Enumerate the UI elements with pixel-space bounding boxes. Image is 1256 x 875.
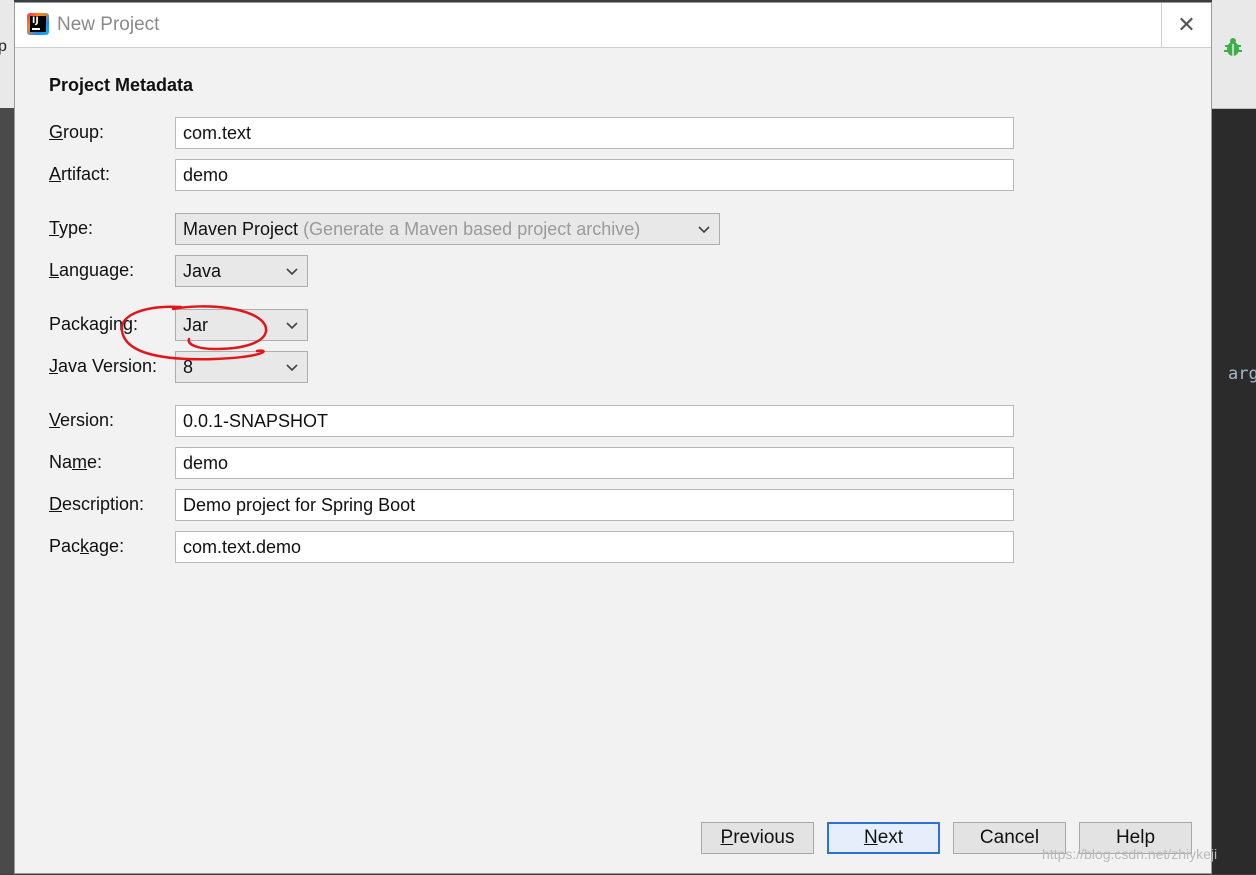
type-select[interactable]: Maven Project (Generate a Maven based pr…	[175, 213, 720, 245]
description-label: Description:	[49, 494, 145, 514]
ide-editor-background	[1212, 0, 1256, 874]
packaging-select[interactable]: Jar	[175, 309, 308, 341]
artifact-label: Artifact:	[49, 164, 111, 184]
group-label: Group:	[49, 122, 105, 142]
version-field[interactable]: 0.0.1-SNAPSHOT	[175, 405, 1014, 437]
package-label: Package:	[49, 536, 125, 556]
close-icon: ✕	[1177, 12, 1196, 37]
artifact-field[interactable]: demo	[175, 159, 1014, 191]
type-label: Type:	[49, 218, 94, 238]
window-title: New Project	[57, 14, 160, 35]
close-button[interactable]: ✕	[1161, 3, 1211, 47]
type-hint: (Generate a Maven based project archive)	[298, 219, 641, 239]
chevron-down-icon	[286, 364, 298, 372]
language-select[interactable]: Java	[175, 255, 308, 287]
type-value: Maven Project	[183, 219, 299, 239]
java-version-label: Java Version:	[49, 356, 158, 376]
java-version-value: 8	[183, 357, 194, 377]
language-value: Java	[183, 261, 222, 281]
package-field[interactable]: com.text.demo	[175, 531, 1014, 563]
group-field[interactable]: com.text	[175, 117, 1014, 149]
watermark: https://blog.csdn.net/zhiykeji	[1042, 846, 1218, 862]
description-field[interactable]: Demo project for Spring Boot	[175, 489, 1014, 521]
ide-code-text: arg	[1228, 364, 1256, 384]
java-version-select[interactable]: 8	[175, 351, 308, 383]
previous-button[interactable]: Previous	[701, 822, 814, 854]
next-button[interactable]: Next	[827, 822, 940, 854]
chevron-down-icon	[698, 226, 710, 234]
section-title: Project Metadata	[49, 75, 194, 95]
ide-left-text: p	[0, 38, 7, 55]
version-label: Version:	[49, 410, 115, 430]
language-label: Language:	[49, 260, 135, 280]
name-field[interactable]: demo	[175, 447, 1014, 479]
dialog-titlebar: IJ New Project ✕	[15, 3, 1211, 48]
name-label: Name:	[49, 452, 103, 472]
chevron-down-icon	[286, 268, 298, 276]
packaging-label: Packaging:	[49, 314, 139, 334]
intellij-idea-icon: IJ	[27, 13, 49, 35]
debug-bug-icon[interactable]	[1222, 36, 1244, 58]
new-project-dialog: IJ New Project ✕ Project Metadata Group:…	[14, 2, 1212, 874]
ide-left-background	[0, 0, 14, 874]
packaging-value: Jar	[183, 315, 209, 335]
chevron-down-icon	[286, 322, 298, 330]
